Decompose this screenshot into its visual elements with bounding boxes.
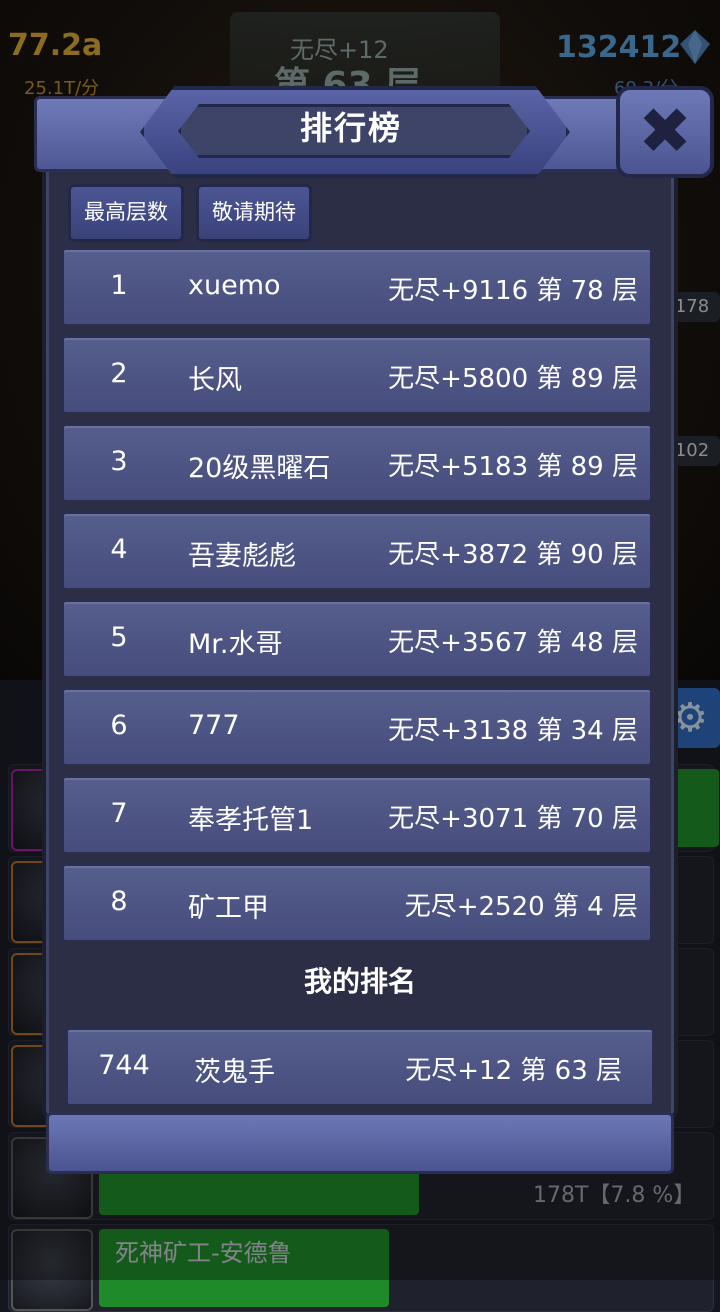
player-score: 无尽+9116 第 78 层 [388,276,638,306]
panel-bottom-bar [46,1112,674,1174]
player-name: 吾妻彪彪 [188,541,296,572]
my-rank-number: 744 [98,1050,150,1081]
leaderboard-row: 2 长风 无尽+5800 第 89 层 [62,336,652,414]
player-name: 777 [188,710,240,741]
rank-number: 1 [110,270,128,301]
player-score: 无尽+3567 第 48 层 [388,628,638,658]
player-name: 20级黑曜石 [188,453,331,484]
leaderboard-row: 6 777 无尽+3138 第 34 层 [62,688,652,766]
player-score: 无尽+5183 第 89 层 [388,452,638,482]
rank-number: 3 [110,446,128,477]
leaderboard-row: 8 矿工甲 无尽+2520 第 4 层 [62,864,652,942]
rank-number: 5 [110,622,128,653]
player-score: 无尽+3071 第 70 层 [388,804,638,834]
player-score: 无尽+2520 第 4 层 [404,892,638,922]
leaderboard-row: 5 Mr.水哥 无尽+3567 第 48 层 [62,600,652,678]
close-icon: ✖ [638,95,692,169]
close-button[interactable]: ✖ [616,86,714,178]
rank-number: 2 [110,358,128,389]
rank-number: 7 [110,798,128,829]
player-score: 无尽+3138 第 34 层 [388,716,638,746]
player-name: 矿工甲 [188,893,269,924]
rank-number: 6 [110,710,128,741]
player-name: Mr.水哥 [188,629,283,660]
player-name: 奉孝托管1 [188,805,314,836]
player-name: 长风 [188,365,242,396]
player-score: 无尽+3872 第 90 层 [388,540,638,570]
leaderboard-row: 1 xuemo 无尽+9116 第 78 层 [62,248,652,326]
my-player-score: 无尽+12 第 63 层 [405,1056,622,1086]
tab-coming-soon[interactable]: 敬请期待 [196,184,312,242]
page-title: 排行榜 [299,109,402,147]
player-score: 无尽+5800 第 89 层 [388,364,638,394]
my-ranking-heading: 我的排名 [303,965,416,998]
player-name: xuemo [188,270,281,301]
rank-number: 4 [110,534,128,565]
tab-highest-floor[interactable]: 最高层数 [68,184,184,242]
leaderboard-row: 3 20级黑曜石 无尽+5183 第 89 层 [62,424,652,502]
leaderboard-row: 4 吾妻彪彪 无尽+3872 第 90 层 [62,512,652,590]
my-ranking-row: 744 茨鬼手 无尽+12 第 63 层 [66,1028,654,1106]
leaderboard-row: 7 奉孝托管1 无尽+3071 第 70 层 [62,776,652,854]
my-player-name: 茨鬼手 [194,1057,275,1088]
rank-number: 8 [110,886,128,917]
